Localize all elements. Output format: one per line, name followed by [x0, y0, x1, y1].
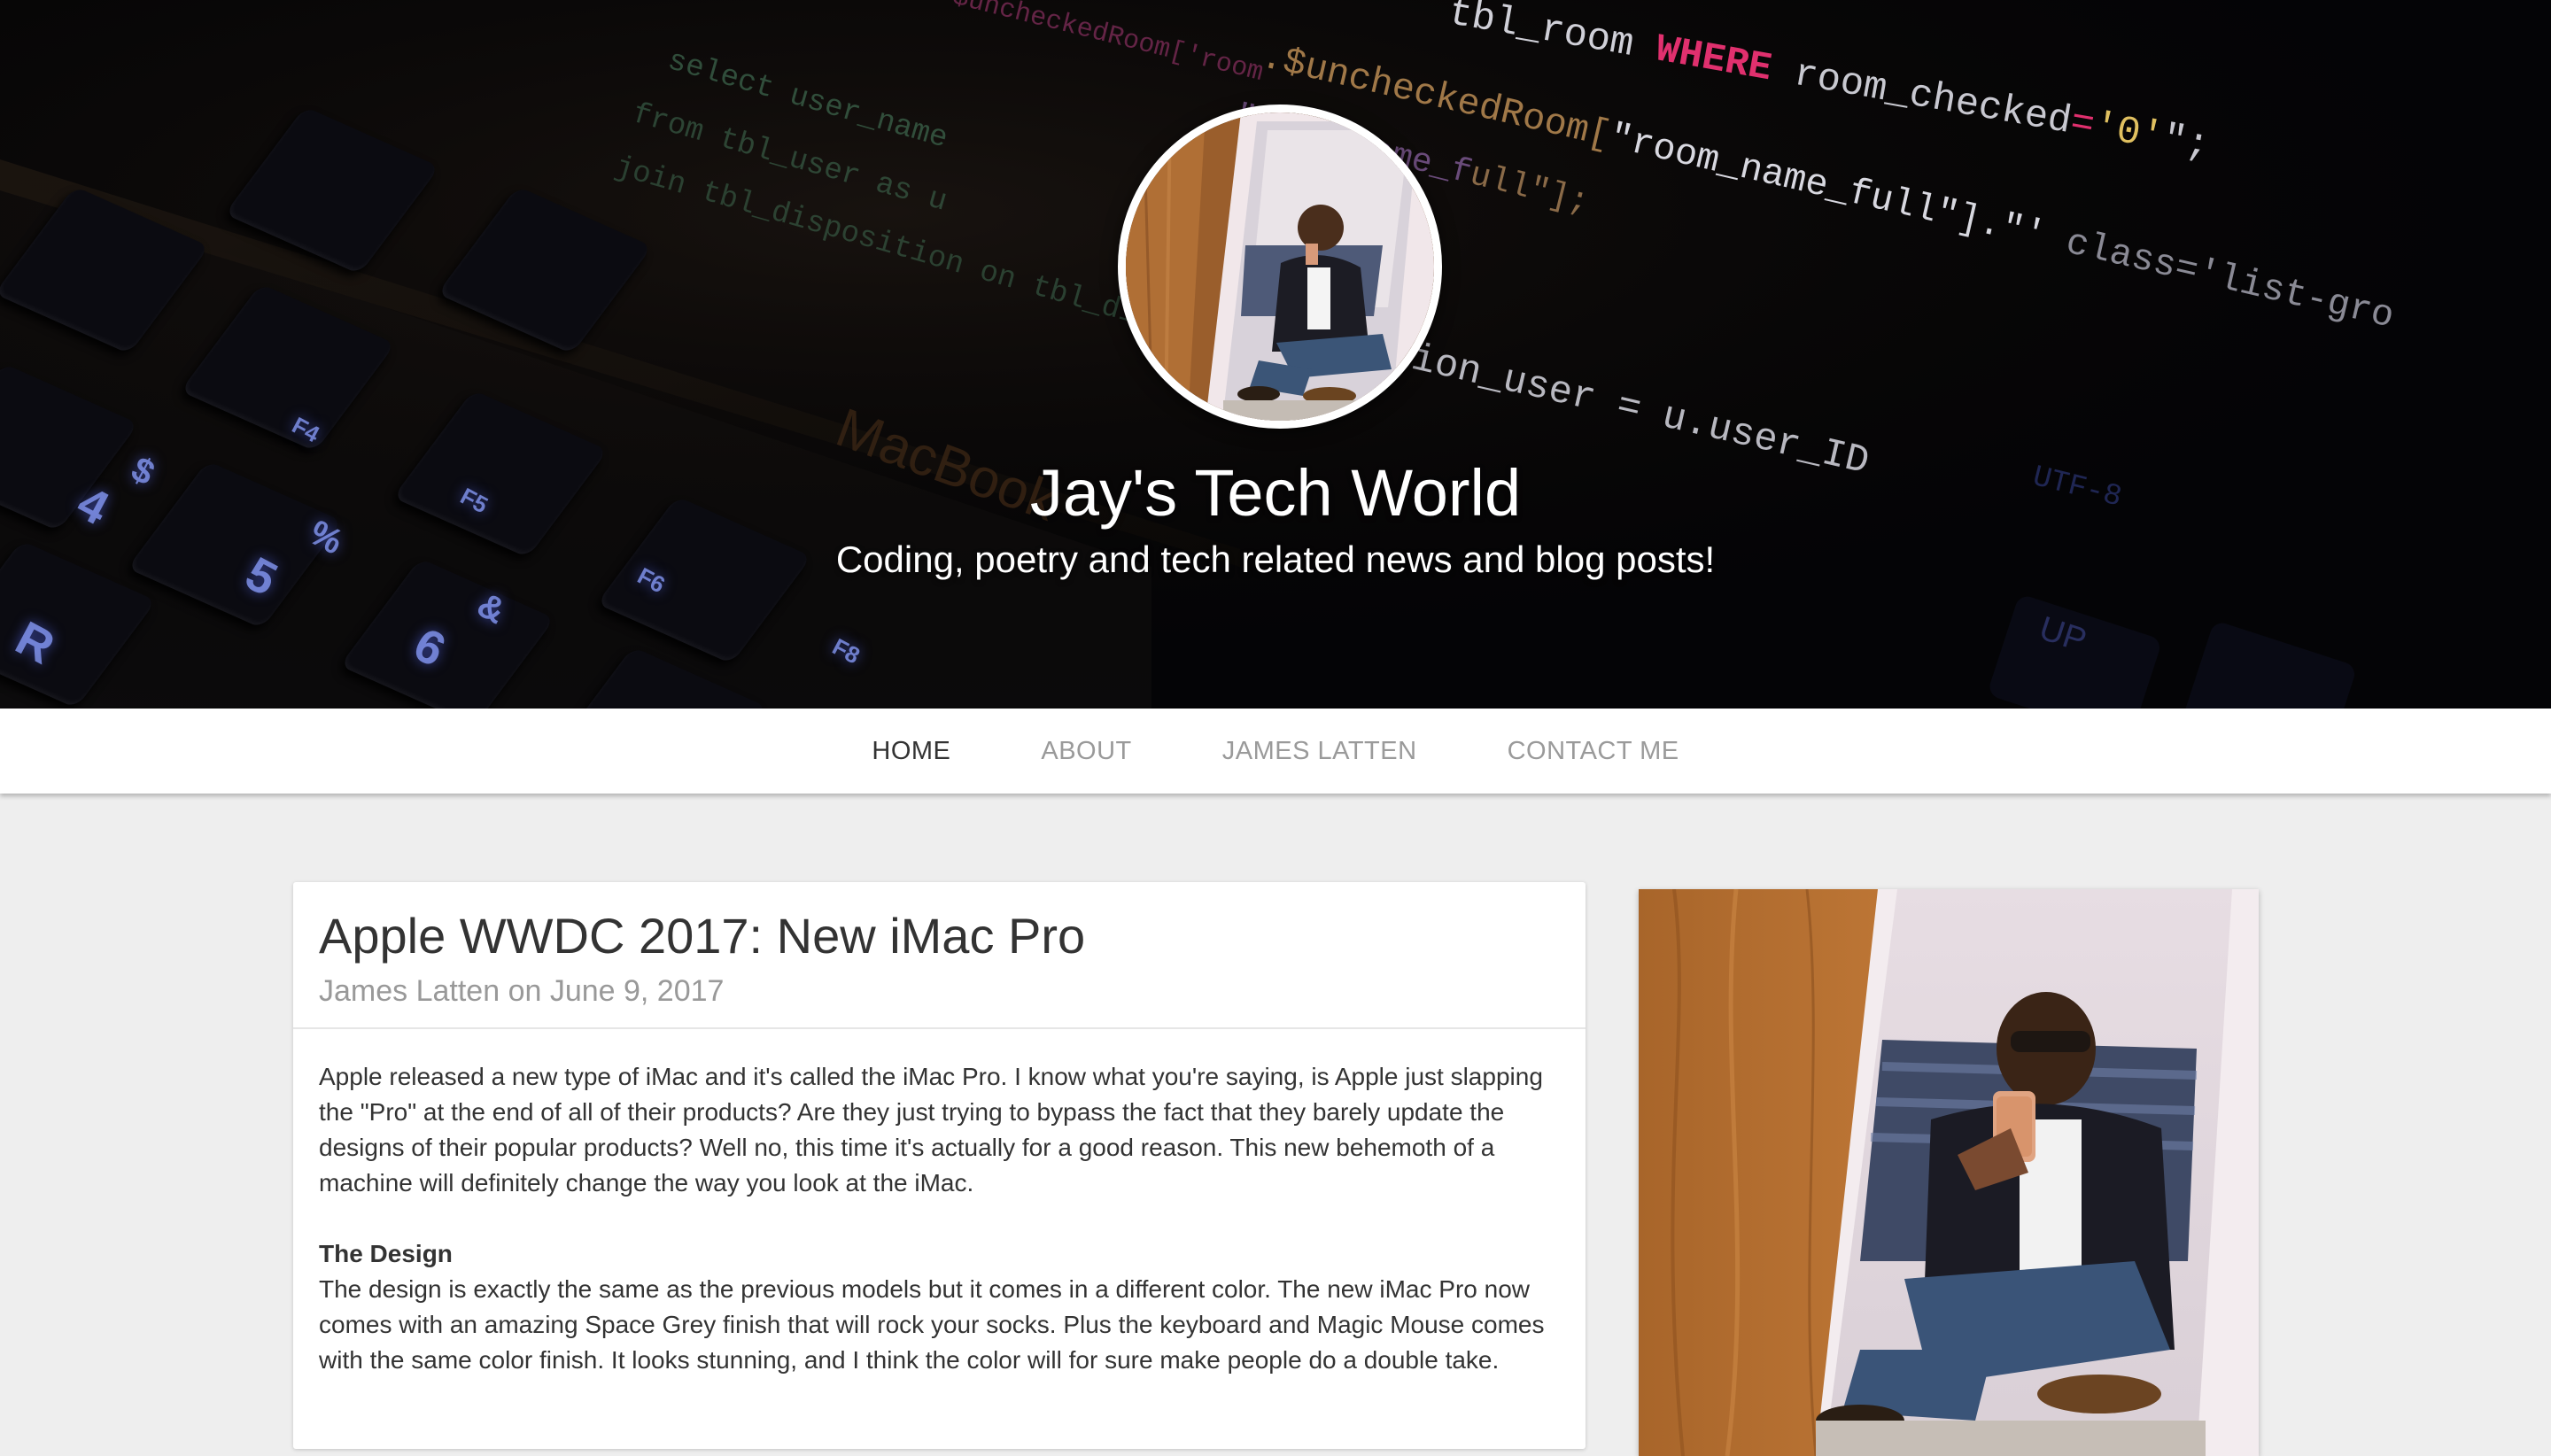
post-meta: James Latten on June 9, 2017	[319, 973, 725, 1008]
post-body: Apple released a new type of iMac and it…	[293, 1029, 1586, 1378]
nav-item-james-latten[interactable]: JAMES LATTEN	[1222, 737, 1417, 766]
section-paragraph: The design is exactly the same as the pr…	[319, 1275, 1545, 1374]
hero-banner: MacBook UP tbl_room WHERE room_checked='…	[0, 0, 2551, 709]
avatar	[1118, 105, 1442, 429]
post-section: The Design The design is exactly the sam…	[319, 1236, 1560, 1378]
site-tagline: Coding, poetry and tech related news and…	[835, 538, 1716, 580]
nav-item-home[interactable]: HOME	[872, 737, 950, 766]
profile-photo-icon	[1639, 889, 2259, 1456]
sidebar-profile-card	[1639, 889, 2259, 1456]
nav-item-contact-me[interactable]: CONTACT ME	[1508, 737, 1679, 766]
profile-photo-icon	[1126, 112, 1434, 421]
main-navigation: HOME ABOUT JAMES LATTEN CONTACT ME	[0, 709, 2551, 794]
site-title: Jay's Tech World	[1029, 456, 1522, 530]
post-intro-paragraph: Apple released a new type of iMac and it…	[319, 1063, 1543, 1197]
section-heading: The Design	[319, 1240, 453, 1267]
post-title[interactable]: Apple WWDC 2017: New iMac Pro	[319, 909, 1560, 964]
post-header: Apple WWDC 2017: New iMac Pro James Latt…	[293, 882, 1586, 1029]
blog-post-card: Apple WWDC 2017: New iMac Pro James Latt…	[293, 882, 1586, 1449]
nav-item-about[interactable]: ABOUT	[1041, 737, 1131, 766]
